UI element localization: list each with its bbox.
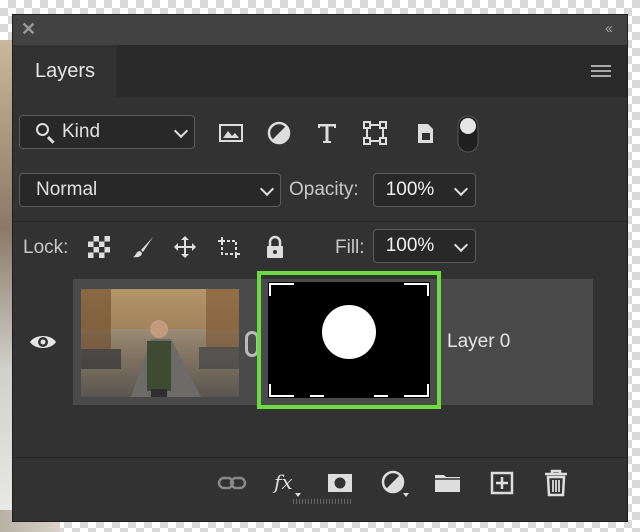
panel-menu-icon[interactable]: [591, 65, 611, 77]
lock-image-pixels-icon[interactable]: [131, 235, 155, 259]
filter-row: Kind: [13, 115, 627, 153]
tab-row: Layers: [13, 45, 627, 97]
blend-mode-select[interactable]: Normal: [19, 173, 281, 207]
tab-layers[interactable]: Layers: [13, 45, 117, 97]
filter-toggle-icon[interactable]: [457, 115, 479, 153]
resize-grip[interactable]: [293, 499, 353, 504]
chevron-down-icon: [453, 237, 469, 253]
mask-circle-shape: [269, 283, 429, 397]
fx-icon[interactable]: fx: [271, 468, 301, 498]
lock-row: Lock: Fill: 100%: [13, 229, 627, 265]
chevron-down-icon: [259, 181, 275, 197]
svg-text:fx: fx: [272, 470, 293, 494]
kind-filter-label: Kind: [62, 121, 101, 142]
chevron-down-icon: [453, 181, 469, 197]
kind-filter-select[interactable]: Kind: [19, 115, 195, 149]
fill-input[interactable]: 100%: [373, 229, 447, 263]
shape-filter-icon[interactable]: [361, 119, 389, 147]
adjustment-filter-icon[interactable]: [265, 119, 293, 147]
visibility-column: [13, 279, 73, 405]
chevron-down-icon: [173, 123, 189, 139]
layer-mask-thumbnail[interactable]: [257, 271, 441, 409]
lock-transparent-pixels-icon[interactable]: [87, 235, 111, 259]
divider: [13, 221, 627, 222]
close-icon[interactable]: ✕: [21, 19, 36, 39]
layer-thumbnail[interactable]: [81, 289, 239, 397]
panel-titlebar: ✕ ‹‹: [13, 15, 627, 45]
lock-all-icon[interactable]: [263, 235, 287, 259]
fill-dropdown-button[interactable]: [446, 229, 476, 263]
layers-panel: ✕ ‹‹ Layers Kind Normal Opacity: 100% Lo…: [12, 14, 628, 522]
opacity-dropdown-button[interactable]: [446, 173, 476, 207]
search-icon: [36, 123, 49, 136]
collapse-panel-icon[interactable]: ‹‹: [605, 19, 613, 39]
layer-name[interactable]: Layer 0: [447, 331, 510, 353]
opacity-label: Opacity:: [289, 179, 359, 200]
lock-label: Lock:: [23, 237, 69, 258]
fill-label: Fill:: [335, 237, 365, 258]
opacity-input[interactable]: 100%: [373, 173, 447, 207]
panel-bottom-toolbar: fx: [13, 457, 627, 508]
blend-row: Normal Opacity: 100%: [13, 173, 627, 209]
adjustment-layer-icon[interactable]: [379, 468, 409, 498]
layer-thumbnail-image: [81, 289, 239, 397]
new-layer-icon[interactable]: [487, 468, 517, 498]
smart-object-filter-icon[interactable]: [411, 119, 439, 147]
mask-image: [268, 282, 430, 398]
image-filter-icon[interactable]: [217, 119, 245, 147]
lock-position-icon[interactable]: [173, 235, 197, 259]
group-folder-icon[interactable]: [433, 468, 463, 498]
layers-list: Layer 0: [13, 271, 627, 455]
blend-mode-value: Normal: [36, 179, 98, 200]
type-filter-icon[interactable]: [313, 119, 341, 147]
lock-artboard-icon[interactable]: [217, 235, 241, 259]
link-layers-icon[interactable]: [217, 468, 247, 498]
delete-icon[interactable]: [541, 468, 571, 498]
add-mask-icon[interactable]: [325, 468, 355, 498]
layer-row[interactable]: Layer 0: [73, 271, 593, 409]
eye-icon[interactable]: [29, 333, 57, 351]
